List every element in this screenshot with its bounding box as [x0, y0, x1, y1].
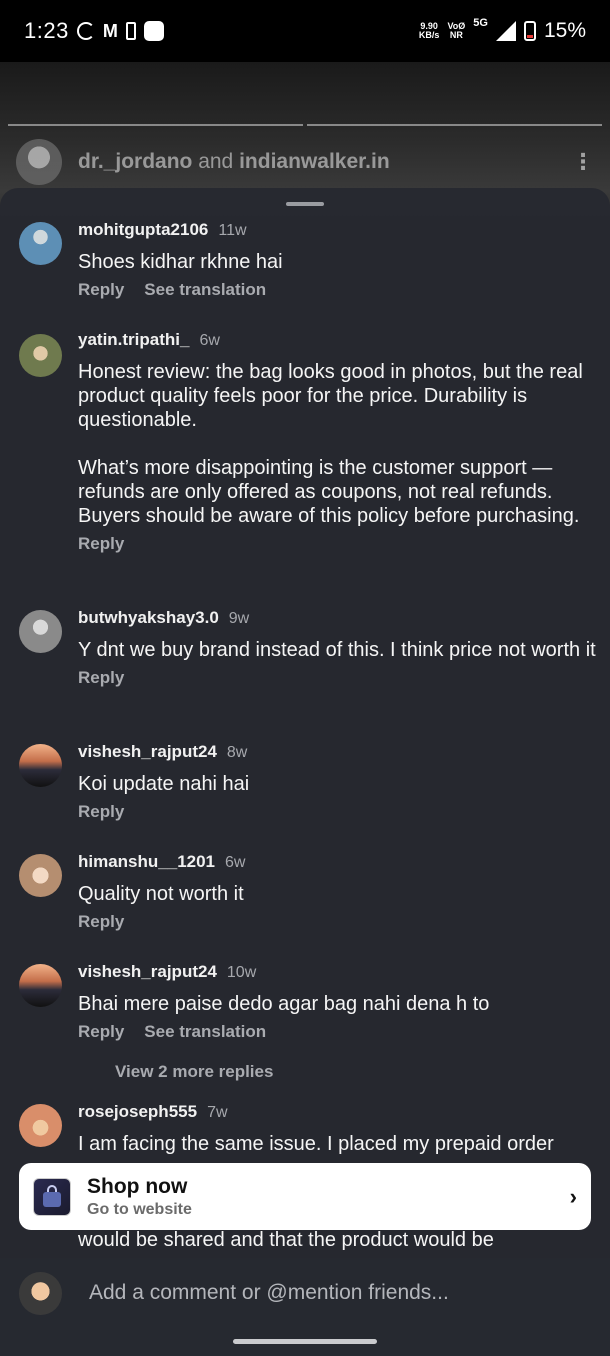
status-right: 9.90 KB/s VoØ NR 5G 15%: [419, 17, 586, 43]
avatar[interactable]: [19, 334, 62, 377]
shop-thumbnail: [33, 1177, 71, 1216]
reply-button[interactable]: Reply: [78, 912, 124, 932]
story-title[interactable]: dr._jordano and indianwalker.in: [78, 150, 390, 174]
comment-username[interactable]: mohitgupta2106: [78, 220, 208, 240]
comment-actions: Reply: [78, 534, 606, 554]
comment-time: 9w: [228, 610, 250, 627]
more-vertical-icon[interactable]: ⋮: [572, 149, 594, 175]
comment-time: 8w: [226, 744, 248, 761]
comment-actions: Reply: [78, 668, 606, 688]
story-user-1: dr._jordano: [78, 150, 193, 173]
story-user-2: indianwalker.in: [239, 150, 390, 173]
comment-username[interactable]: yatin.tripathi_: [78, 330, 189, 350]
view-more-replies-button[interactable]: View 2 more replies: [115, 1062, 273, 1082]
comment-header: vishesh_rajput24 10w: [78, 962, 606, 988]
signal-icon: [495, 21, 516, 41]
comment-time: 6w: [225, 854, 246, 871]
battery-saver-icon: [125, 22, 136, 40]
shop-subtitle: Go to website: [87, 1200, 192, 1218]
comment-text: Koi update nahi hai: [78, 773, 250, 795]
comment-header: mohitgupta2106 11w: [78, 220, 606, 246]
volte-bottom: NR: [449, 30, 463, 40]
comment-time: 6w: [199, 332, 220, 349]
avatar[interactable]: [19, 854, 62, 897]
chevron-right-icon[interactable]: ›: [570, 1184, 577, 1210]
comment-time: 7w: [207, 1104, 228, 1121]
shop-now-card[interactable]: Shop now Go to website ›: [19, 1163, 591, 1230]
comment-text: Shoes kidhar rkhne hai: [78, 251, 283, 273]
avatar[interactable]: [19, 222, 62, 265]
sync-icon: [76, 22, 95, 40]
comment-header: butwhyakshay3.0 9w: [78, 608, 606, 634]
story-progress: [8, 124, 602, 126]
reply-button[interactable]: Reply: [78, 280, 124, 300]
shop-text: Shop now Go to website: [87, 1175, 192, 1219]
comment-username[interactable]: butwhyakshay3.0: [78, 608, 219, 628]
comment-text: Y dnt we buy brand instead of this. I th…: [78, 639, 596, 661]
comment-text: I am facing the same issue. I placed my …: [78, 1133, 554, 1155]
comment-composer: [0, 1258, 610, 1328]
reply-button[interactable]: Reply: [78, 802, 124, 822]
comment-text: Bhai mere paise dedo agar bag nahi dena …: [78, 993, 490, 1015]
comment-actions: Reply: [78, 912, 606, 932]
comment-input[interactable]: [89, 1281, 559, 1305]
story-header: dr._jordano and indianwalker.in ⋮: [16, 139, 594, 185]
story-avatar[interactable]: [16, 139, 62, 185]
reply-button[interactable]: Reply: [78, 1022, 124, 1042]
comment-text: Honest review: the bag looks good in pho…: [78, 361, 583, 527]
comment-header: yatin.tripathi_ 6w: [78, 330, 606, 356]
comment-header: vishesh_rajput24 8w: [78, 742, 606, 768]
comment-body: mohitgupta2106 11w Shoes kidhar rkhne ha…: [78, 220, 606, 300]
shop-title: Shop now: [87, 1174, 188, 1198]
see-translation-button[interactable]: See translation: [144, 1022, 266, 1042]
sheet-drag-handle[interactable]: [286, 202, 324, 206]
net-speed: 9.90 KB/s: [419, 22, 440, 40]
avatar[interactable]: [19, 964, 62, 1007]
volte-indicator: VoØ NR: [447, 22, 465, 40]
comment-username[interactable]: rosejoseph555: [78, 1102, 197, 1122]
status-time: 1:23: [24, 18, 69, 43]
story-and: and: [198, 150, 234, 173]
comment-text-continued: would be shared and that the product wou…: [78, 1229, 494, 1251]
battery-percent: 15%: [543, 19, 586, 42]
comment-body: vishesh_rajput24 10w Bhai mere paise ded…: [78, 962, 606, 1042]
comment-actions: Reply See translation: [78, 280, 606, 300]
comment-actions: Reply: [78, 802, 606, 822]
progress-segment: [8, 124, 303, 126]
comment-header: rosejoseph555 7w: [78, 1102, 606, 1128]
comment-text: Quality not worth it: [78, 883, 244, 905]
battery-icon: [523, 21, 536, 41]
comment-body: butwhyakshay3.0 9w Y dnt we buy brand in…: [78, 608, 606, 688]
comment-body: yatin.tripathi_ 6w Honest review: the ba…: [78, 330, 606, 554]
bag-icon: [43, 1184, 61, 1207]
avatar[interactable]: [19, 744, 62, 787]
comment-body: himanshu__1201 6w Quality not worth it R…: [78, 852, 606, 932]
net-speed-unit: KB/s: [418, 30, 440, 40]
gmail-icon: M: [102, 20, 118, 41]
comment-actions: Reply See translation: [78, 1022, 606, 1042]
navigation-bar: [0, 1328, 610, 1356]
reply-button[interactable]: Reply: [78, 668, 124, 688]
see-translation-button[interactable]: See translation: [144, 280, 266, 300]
comment-header: himanshu__1201 6w: [78, 852, 606, 878]
comment-time: 11w: [218, 222, 247, 239]
home-gesture-bar[interactable]: [233, 1339, 377, 1344]
status-bar: 1:23 M 9.90 KB/s VoØ NR 5G 15%: [0, 0, 610, 62]
comment-time: 10w: [226, 964, 257, 981]
reply-button[interactable]: Reply: [78, 534, 124, 554]
avatar[interactable]: [19, 1271, 62, 1315]
avatar[interactable]: [19, 1104, 62, 1147]
avatar[interactable]: [19, 610, 62, 653]
comment-username[interactable]: vishesh_rajput24: [78, 742, 217, 762]
status-left: 1:23 M: [24, 18, 164, 44]
comment-username[interactable]: himanshu__1201: [78, 852, 215, 872]
progress-segment: [307, 124, 602, 126]
app-notification-icon: [143, 21, 164, 41]
comment-username[interactable]: vishesh_rajput24: [78, 962, 217, 982]
comment-body: vishesh_rajput24 8w Koi update nahi hai …: [78, 742, 606, 822]
network-type: 5G: [473, 17, 488, 29]
